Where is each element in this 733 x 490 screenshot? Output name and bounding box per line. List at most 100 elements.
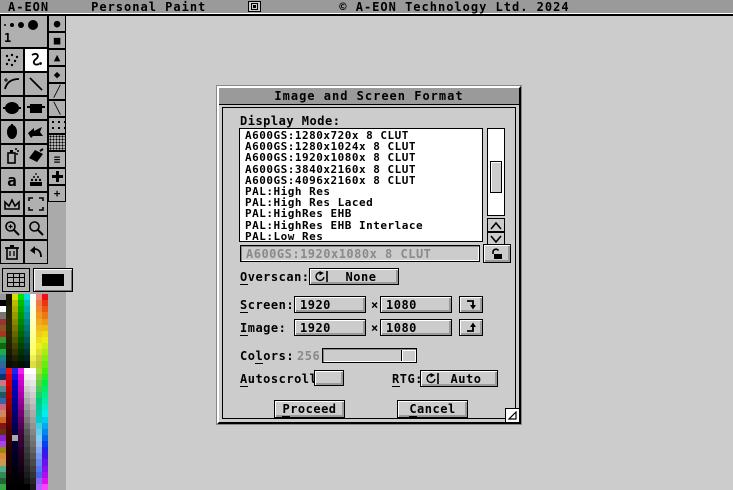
dotted-freehand-tool[interactable] [0, 48, 24, 72]
rtg-value: Auto [451, 372, 482, 386]
lock-mode-button[interactable] [483, 244, 511, 263]
curve-icon [3, 76, 21, 92]
scroll-up-button[interactable] [487, 218, 505, 232]
app-icon [248, 1, 261, 12]
image-label: Image: [240, 321, 286, 335]
palette-grid-button[interactable] [2, 268, 30, 292]
ellipse-tool[interactable] [0, 96, 24, 120]
freehand-icon [28, 52, 44, 68]
filled-triangle-icon: ▲ [54, 52, 61, 63]
colors-slider[interactable] [322, 348, 417, 363]
slash-icon: ╱ [54, 86, 61, 97]
zoom-in-tool[interactable] [0, 216, 24, 240]
fill-icon [27, 148, 45, 164]
magnify-icon [28, 220, 44, 236]
menu-a-eon[interactable]: A-EON [8, 0, 49, 14]
fill-tool[interactable] [24, 144, 48, 168]
freehand-tool[interactable] [24, 48, 48, 72]
builtin-brush-diamond[interactable]: ◆ [48, 66, 66, 83]
builtin-brush-cross-bold[interactable] [48, 168, 66, 185]
ellipse-icon [3, 101, 21, 115]
builtin-brush-lines[interactable]: ≡ [48, 151, 66, 168]
image-width-input[interactable]: 1920 [294, 319, 366, 336]
rectangle-tool[interactable] [24, 96, 48, 120]
autoscroll-checkbox[interactable] [314, 370, 344, 386]
image-height-input[interactable]: 1080 [380, 319, 452, 336]
polygon-tool[interactable] [24, 120, 48, 144]
image-screen-format-dialog: Image and Screen Format Display Mode: A6… [217, 86, 521, 424]
hook-arrow-down-icon [466, 299, 477, 310]
copy-image-to-screen-button[interactable] [459, 319, 483, 336]
screen-times: × [371, 298, 379, 312]
lines-icon: ≡ [54, 154, 61, 165]
colors-label: Colors: [240, 349, 294, 363]
chevron-down-icon [490, 235, 502, 244]
copyright-text: © A-EON Technology Ltd. 2024 [339, 0, 569, 14]
oval-tool[interactable] [0, 120, 24, 144]
rtg-cycle[interactable]: Auto [420, 370, 498, 387]
clear-tool[interactable] [0, 240, 24, 264]
polygon-icon [27, 125, 45, 139]
magnify-tool[interactable] [24, 216, 48, 240]
proceed-button[interactable]: Proceed [274, 400, 345, 418]
sparse-dots-icon [49, 118, 65, 133]
cancel-button[interactable]: Cancel [397, 400, 468, 418]
dotted-freehand-icon [4, 53, 20, 67]
airbrush-icon [5, 147, 19, 165]
builtin-brush-dots-dense[interactable] [48, 134, 66, 151]
dense-dots-icon [49, 135, 65, 150]
oval-icon [4, 124, 20, 140]
builtin-brush-triangle[interactable]: ▲ [48, 49, 66, 66]
airbrush-tool[interactable] [0, 144, 24, 168]
builtin-brush-slash[interactable]: ╱ [48, 83, 66, 100]
overscan-value: None [346, 270, 377, 284]
backslash-icon: ╲ [54, 103, 61, 114]
thin-cross-icon: + [54, 188, 61, 199]
filled-circle-icon: ● [54, 18, 61, 29]
colors-slider-thumb[interactable] [401, 350, 415, 361]
scrollbar-thumb[interactable] [490, 161, 502, 193]
builtin-brush-square[interactable]: ■ [48, 32, 66, 49]
screen-height-input[interactable]: 1080 [380, 296, 452, 313]
select-area-tool[interactable] [24, 192, 48, 216]
dialog-resize-gadget[interactable] [505, 408, 520, 423]
gradient-tool[interactable] [24, 168, 48, 192]
brush-size-selector[interactable]: 1 [0, 15, 48, 48]
list-item[interactable]: PAL:Low Res [245, 231, 482, 242]
current-color-indicator[interactable] [33, 268, 73, 292]
builtin-brush-backslash[interactable]: ╲ [48, 100, 66, 117]
resize-triangle-icon [508, 411, 517, 420]
display-mode-list[interactable]: A600GS:1280x720x 8 CLUTA600GS:1280x1024x… [239, 128, 483, 242]
undo-tool[interactable] [24, 240, 48, 264]
colors-value: 256 [297, 349, 320, 363]
brush-pickup-tool[interactable] [0, 192, 24, 216]
screen-width-input[interactable]: 1920 [294, 296, 366, 313]
scrollbar-track[interactable] [487, 128, 505, 216]
zoom-in-icon [4, 220, 20, 236]
crown-icon [3, 198, 21, 211]
brush-size-value: 1 [4, 32, 44, 44]
autoscroll-label: Autoscroll: [240, 372, 325, 386]
dialog-titlebar[interactable]: Image and Screen Format [219, 88, 519, 105]
dialog-title: Image and Screen Format [274, 89, 463, 103]
select-brackets-icon [28, 197, 44, 211]
builtin-brush-cross-thin[interactable]: + [48, 185, 66, 202]
text-tool-icon: a [7, 171, 17, 190]
list-item[interactable]: A600GS:1920x1080x 8 CLUT [245, 152, 482, 163]
copy-screen-to-image-button[interactable] [459, 296, 483, 313]
curve-tool[interactable] [0, 72, 24, 96]
display-mode-label: Display Mode: [240, 114, 340, 128]
image-times: × [371, 321, 379, 335]
filled-diamond-icon: ◆ [54, 69, 61, 80]
builtin-brush-dots-sparse[interactable] [48, 117, 66, 134]
palette-color-cell[interactable] [42, 484, 48, 490]
rtg-label: RTG: [392, 372, 423, 386]
color-palette [0, 294, 48, 490]
builtin-brush-circle[interactable]: ● [48, 15, 66, 32]
brush-dots-icon [4, 18, 44, 32]
line-tool[interactable] [24, 72, 48, 96]
overscan-cycle[interactable]: None [309, 268, 399, 285]
trash-icon [5, 244, 19, 260]
text-tool[interactable]: a [0, 168, 24, 192]
list-item[interactable]: PAL:HighRes EHB [245, 208, 482, 219]
